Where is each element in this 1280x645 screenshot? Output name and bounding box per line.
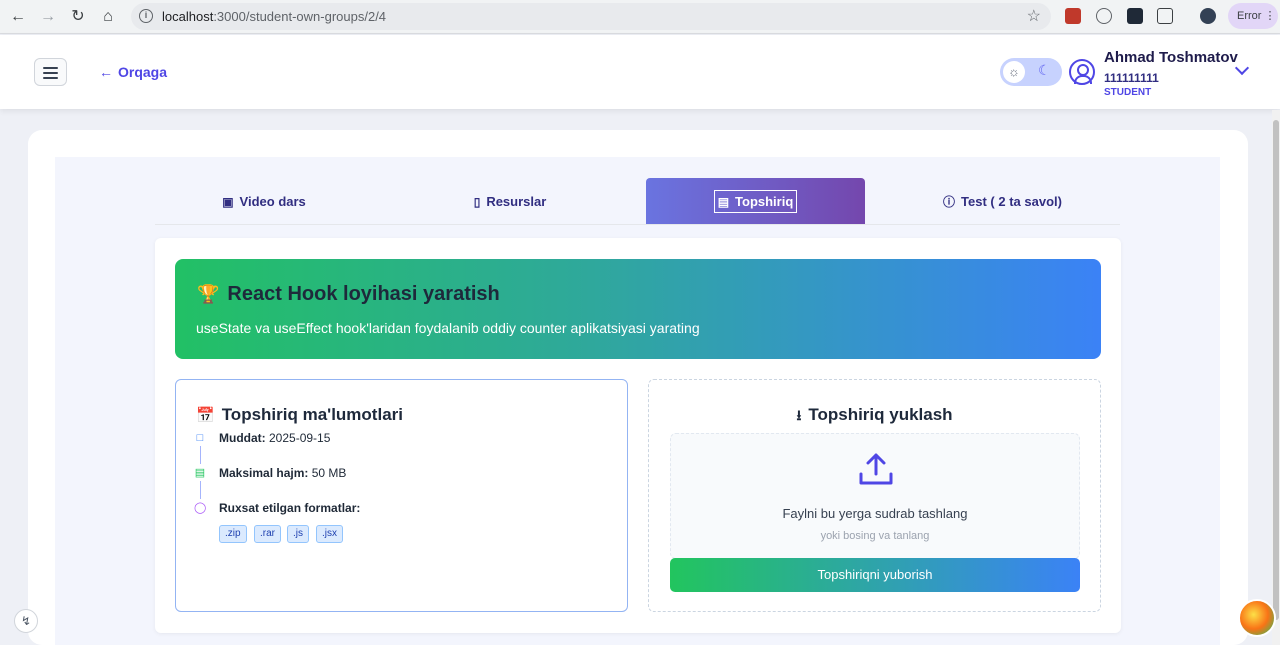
user-name: Ahmad Toshmatov: [1104, 49, 1238, 66]
upload-box: ⭳ Topshiriq yuklash Faylni bu yerga sudra…: [648, 379, 1101, 612]
max-size-row: Maksimal hajm: 50 MB: [219, 466, 347, 480]
format-chip: .js: [287, 525, 309, 543]
moon-icon: ☾: [1038, 62, 1051, 78]
site-info-icon[interactable]: i: [139, 9, 153, 23]
tab-resurslar[interactable]: ▯ Resurslar: [406, 178, 614, 225]
task-info-box: 📅 Topshiriq ma'lumotlari □ Muddat: 2025-0…: [175, 379, 628, 612]
book-icon: ▯: [473, 194, 481, 209]
check-circle-icon: ◯: [194, 502, 207, 514]
timeline-line: [200, 446, 201, 464]
back-link[interactable]: ← Orqaga: [99, 64, 167, 80]
drop-text: Faylni bu yerga sudrab tashlang: [782, 506, 968, 521]
home-icon[interactable]: ⌂: [97, 6, 119, 28]
tab-test[interactable]: ⓘ Test ( 2 ta savol): [895, 178, 1110, 225]
file-icon: ▤: [194, 467, 206, 479]
user-role: STUDENT: [1104, 87, 1152, 98]
theme-toggle[interactable]: ☼ ☾: [1000, 58, 1062, 86]
reload-icon[interactable]: ↻: [67, 6, 89, 28]
menu-button[interactable]: [34, 58, 67, 86]
error-button[interactable]: Error ⋮: [1228, 3, 1278, 29]
user-id: 111111111: [1104, 71, 1159, 85]
drop-subtext: yoki bosing va tanlang: [820, 530, 930, 542]
document-icon: ▤: [717, 194, 730, 209]
upload-arrow-icon: [859, 453, 893, 485]
app-header: ← Orqaga ☼ ☾ Ahmad Toshmatov 111111111 ST…: [0, 35, 1280, 109]
scrollbar-thumb[interactable]: [1273, 120, 1279, 620]
puzzle-icon[interactable]: [1157, 8, 1173, 24]
upload-icon: ⭳: [796, 407, 802, 423]
browser-toolbar: ← → ↻ ⌂ i localhost:3000/student-own-gro…: [0, 0, 1280, 34]
video-icon: ▣: [222, 194, 234, 209]
assistant-avatar-icon[interactable]: [1238, 599, 1276, 637]
extension-icon[interactable]: [1096, 8, 1112, 24]
trophy-icon: 🏆: [197, 284, 220, 304]
file-drop-zone[interactable]: Faylni bu yerga sudrab tashlang yoki bos…: [670, 433, 1080, 559]
lightning-icon[interactable]: ↯: [14, 609, 38, 633]
format-chip: .zip: [219, 525, 247, 543]
upload-title: ⭳ Topshiriq yuklash: [796, 405, 953, 424]
profile-avatar-icon[interactable]: [1200, 8, 1216, 24]
task-banner: 🏆 React Hook loyihasi yaratish useState v…: [175, 259, 1101, 359]
timeline-line: [200, 481, 201, 499]
format-chip: .jsx: [316, 525, 343, 543]
back-arrow-icon[interactable]: ←: [7, 6, 29, 28]
help-circle-icon: ⓘ: [943, 195, 956, 209]
tab-topshiriq[interactable]: ▤ Topshiriq: [646, 178, 865, 225]
bookmark-star-icon[interactable]: ☆: [1027, 6, 1041, 26]
task-description: useState va useEffect hook'laridan foyda…: [196, 320, 700, 336]
forward-arrow-icon[interactable]: →: [37, 6, 59, 28]
extension-icon[interactable]: [1065, 8, 1081, 24]
format-chip: .rar: [254, 525, 281, 543]
sun-icon: ☼: [1003, 61, 1025, 83]
calendar-icon: 📅: [196, 407, 215, 424]
task-title: 🏆 React Hook loyihasi yaratish: [197, 283, 500, 305]
calendar-small-icon: □: [196, 432, 204, 444]
arrow-left-icon: ←: [99, 64, 113, 80]
info-title: 📅 Topshiriq ma'lumotlari: [196, 405, 403, 424]
formats-row: Ruxsat etilgan formatlar:: [219, 501, 361, 515]
extension-icon[interactable]: [1127, 8, 1143, 24]
tab-divider: [155, 224, 1120, 225]
submit-task-button[interactable]: Topshiriqni yuborish: [670, 558, 1080, 592]
user-avatar-icon[interactable]: [1069, 59, 1095, 85]
url-text: localhost:3000/student-own-groups/2/4: [162, 9, 387, 24]
address-bar[interactable]: i localhost:3000/student-own-groups/2/4 …: [131, 3, 1051, 30]
deadline-row: Muddat: 2025-09-15: [219, 431, 331, 445]
tab-video-dars[interactable]: ▣ Video dars: [160, 178, 368, 225]
